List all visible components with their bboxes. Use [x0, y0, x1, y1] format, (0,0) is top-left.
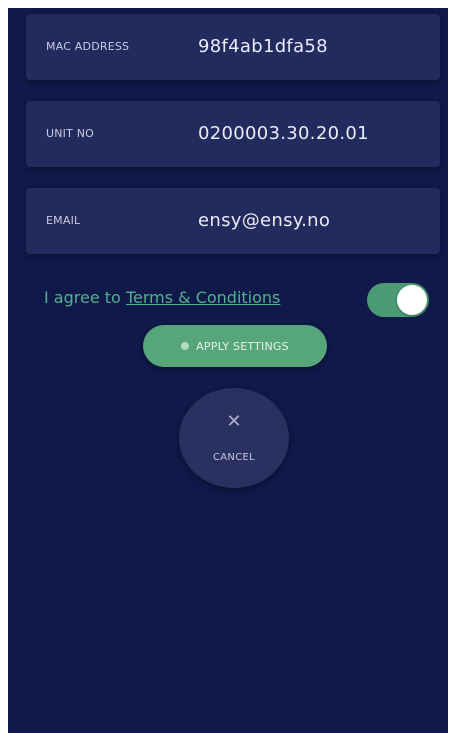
mac-address-field[interactable]: MAC ADDRESS 98f4ab1dfa58: [26, 14, 440, 80]
terms-prefix: I agree to: [44, 288, 126, 307]
email-label: EMAIL: [46, 214, 81, 227]
unit-no-value: 0200003.30.20.01: [198, 123, 369, 144]
mac-address-value: 98f4ab1dfa58: [198, 36, 328, 57]
cancel-label: CANCEL: [213, 452, 255, 463]
terms-toggle[interactable]: [367, 283, 429, 317]
close-icon: ✕: [226, 411, 242, 432]
toggle-knob: [397, 285, 427, 315]
email-field[interactable]: EMAIL ensy@ensy.no: [26, 188, 440, 254]
dot-icon: [181, 342, 190, 350]
apply-settings-label: APPLY SETTINGS: [196, 339, 289, 353]
apply-settings-button[interactable]: APPLY SETTINGS: [143, 325, 327, 367]
settings-screen: MAC ADDRESS 98f4ab1dfa58 UNIT NO 0200003…: [8, 8, 448, 733]
unit-no-label: UNIT NO: [46, 127, 95, 140]
cancel-button[interactable]: ✕ CANCEL: [179, 388, 289, 488]
mac-address-label: MAC ADDRESS: [46, 40, 130, 53]
terms-agreement: I agree to Terms & Conditions: [44, 287, 280, 309]
email-value: ensy@ensy.no: [198, 210, 331, 231]
unit-no-field[interactable]: UNIT NO 0200003.30.20.01: [26, 101, 440, 167]
terms-link[interactable]: Terms & Conditions: [126, 288, 280, 307]
